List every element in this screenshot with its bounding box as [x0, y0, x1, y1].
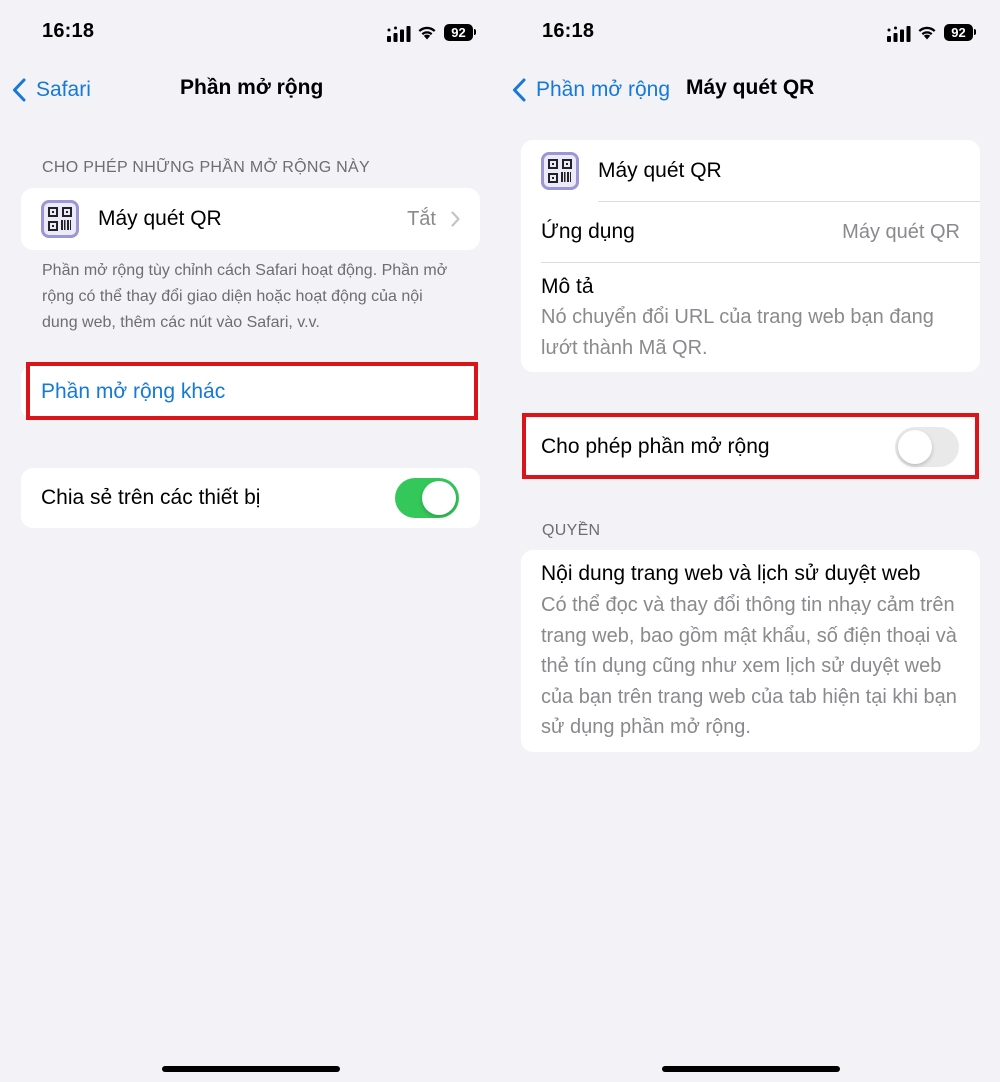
permission-title: Nội dung trang web và lịch sử duyệt web — [541, 562, 921, 585]
chevron-right-icon — [451, 211, 460, 227]
wifi-icon — [418, 26, 436, 40]
qr-code-icon — [41, 200, 79, 238]
status-bar: 16:18 92 — [500, 18, 1000, 48]
share-across-devices-row: Chia sẻ trên các thiết bị — [21, 468, 480, 528]
navigation-bar: Safari Phần mở rộng — [0, 72, 500, 108]
status-bar: 16:18 92 — [0, 18, 500, 48]
battery-tip — [474, 29, 476, 35]
permission-description: Có thể đọc và thay đổi thông tin nhạy cả… — [541, 594, 957, 738]
toggle-knob — [898, 430, 932, 464]
status-time: 16:18 — [542, 20, 595, 42]
allow-extension-group: Cho phép phần mở rộng — [521, 418, 980, 476]
back-button-label: Safari — [36, 78, 91, 101]
cellular-signal-icon — [387, 26, 411, 42]
description-label: Mô tả — [541, 275, 594, 298]
back-button[interactable]: Safari — [12, 74, 91, 106]
allow-extension-row: Cho phép phần mở rộng — [521, 418, 980, 476]
wifi-icon — [918, 26, 936, 40]
extension-name: Máy quét QR — [98, 207, 222, 230]
extensions-footer-text: Phần mở rộng tùy chỉnh cách Safari hoạt … — [42, 262, 448, 331]
app-value: Máy quét QR — [842, 221, 960, 243]
back-button-label: Phần mở rộng — [536, 78, 671, 101]
allow-extension-label: Cho phép phần mở rộng — [541, 435, 770, 458]
chevron-left-icon — [513, 78, 526, 102]
right-screen: 16:18 92 Phần mở rộng Máy quét QR Máy qu… — [500, 0, 1000, 1082]
cellular-signal-icon — [887, 26, 911, 42]
back-button[interactable]: Phần mở rộng — [512, 74, 670, 106]
toggle-knob — [422, 481, 456, 515]
allow-extension-toggle[interactable] — [895, 427, 959, 467]
navigation-bar: Phần mở rộng Máy quét QR — [500, 72, 1000, 108]
status-time: 16:18 — [42, 20, 95, 42]
battery-indicator: 92 — [444, 24, 473, 41]
left-screen: 16:18 92 Safari Phần mở rộng CHO PHÉP NH… — [0, 0, 500, 1082]
share-group: Chia sẻ trên các thiết bị — [21, 468, 480, 528]
section-header-extensions: CHO PHÉP NHỮNG PHẦN MỞ RỘNG NÀY — [42, 159, 370, 176]
share-across-devices-label: Chia sẻ trên các thiết bị — [41, 486, 261, 509]
permissions-group: Nội dung trang web và lịch sử duyệt web … — [521, 550, 980, 752]
app-row: Ứng dụng Máy quét QR — [521, 202, 980, 263]
qr-code-icon — [541, 152, 579, 190]
extension-status: Tắt — [407, 208, 436, 230]
chevron-left-icon — [13, 78, 26, 102]
app-label: Ứng dụng — [541, 220, 635, 243]
share-across-devices-toggle[interactable] — [395, 478, 459, 518]
page-title: Máy quét QR — [686, 76, 815, 99]
home-indicator[interactable] — [162, 1066, 340, 1072]
home-indicator[interactable] — [662, 1066, 840, 1072]
description-text: Nó chuyển đổi URL của trang web bạn đang… — [541, 306, 934, 359]
extension-info-group: Máy quét QR Ứng dụng Máy quét QR Mô tả N… — [521, 140, 980, 372]
battery-indicator: 92 — [944, 24, 973, 41]
extensions-list: Máy quét QR Tắt — [21, 188, 480, 250]
section-header-permissions: QUYỀN — [542, 522, 601, 539]
extension-row-qr-scanner[interactable]: Máy quét QR Tắt — [21, 188, 480, 250]
battery-tip — [974, 29, 976, 35]
page-title: Phần mở rộng — [180, 76, 324, 99]
extension-name: Máy quét QR — [598, 159, 722, 182]
more-extensions-group: Phần mở rộng khác — [21, 365, 480, 419]
more-extensions-label: Phần mở rộng khác — [41, 380, 226, 403]
description-row: Mô tả Nó chuyển đổi URL của trang web bạ… — [521, 263, 980, 372]
more-extensions-link[interactable]: Phần mở rộng khác — [21, 365, 480, 419]
extension-header-row: Máy quét QR — [521, 140, 980, 202]
